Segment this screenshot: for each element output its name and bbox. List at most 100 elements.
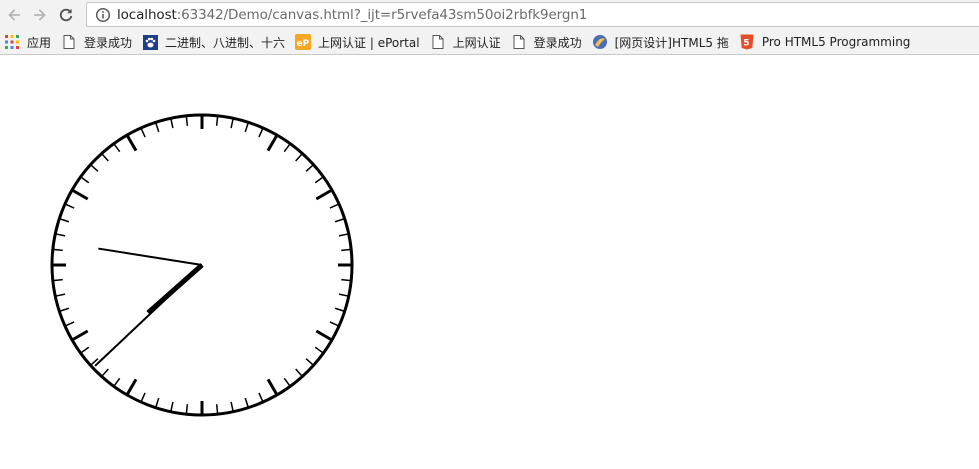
forward-button[interactable]	[28, 3, 52, 27]
minute-tick	[334, 217, 345, 223]
minute-tick	[140, 127, 146, 138]
minute-tick	[305, 164, 314, 172]
bookmark-label: 登录成功	[84, 35, 133, 50]
bookmark-item[interactable]: 登录成功	[57, 32, 136, 52]
info-icon[interactable]	[95, 7, 111, 23]
browser-window: localhost:63342/Demo/canvas.html?_ijt=r5…	[0, 0, 979, 469]
minute-tick	[154, 397, 160, 408]
page-icon	[511, 34, 527, 50]
minute-tick	[185, 404, 189, 415]
svg-text:5: 5	[743, 39, 749, 49]
minute-tick	[258, 127, 264, 138]
hour-tick	[125, 378, 138, 396]
html5-icon: 5	[739, 34, 755, 50]
address-bar[interactable]: localhost:63342/Demo/canvas.html?_ijt=r5…	[86, 2, 979, 27]
hour-tick	[315, 329, 333, 342]
minute-tick	[55, 233, 66, 237]
minute-tick	[283, 377, 291, 387]
reload-icon	[59, 8, 73, 22]
forward-arrow-icon	[34, 9, 46, 21]
site-icon	[592, 34, 608, 50]
minute-tick	[64, 321, 75, 327]
bookmark-item[interactable]: [网页设计]HTML5 拖	[588, 32, 733, 52]
back-button[interactable]	[2, 3, 26, 27]
minute-tick	[341, 278, 352, 282]
minute-tick	[80, 176, 90, 184]
paw-icon	[142, 34, 158, 50]
minute-tick	[113, 377, 121, 387]
bookmark-label: 二进制、八进制、十六	[165, 35, 286, 50]
minute-tick	[101, 368, 109, 377]
hour-tick	[315, 188, 333, 201]
bookmark-label: 应用	[27, 35, 52, 50]
bookmark-label: 登录成功	[533, 35, 582, 50]
minute-tick	[170, 401, 174, 412]
minute-tick	[314, 346, 324, 354]
minute-tick	[52, 248, 63, 252]
minute-tick	[64, 203, 75, 209]
svg-text:eP: eP	[297, 39, 310, 49]
minute-tick	[140, 392, 146, 403]
url-text[interactable]: localhost:63342/Demo/canvas.html?_ijt=r5…	[117, 7, 587, 23]
minute-tick	[52, 278, 63, 282]
hour-tick	[71, 188, 89, 201]
minute-tick	[258, 392, 264, 403]
second-hand	[98, 247, 203, 266]
apps-grid-icon	[4, 34, 20, 50]
minute-tick	[154, 122, 160, 133]
minute-tick	[338, 293, 349, 297]
clock	[50, 113, 354, 417]
back-arrow-icon	[8, 9, 20, 21]
minute-tick	[101, 153, 109, 162]
minute-hand	[94, 264, 203, 367]
bookmarks-bar: 应用 登录成功 二进制、八进制、十六 eP 上网认证 | ePortal 上网认…	[0, 30, 979, 55]
url-path: :63342/Demo/canvas.html?_ijt=r5rvefa43sm…	[176, 6, 588, 23]
minute-tick	[90, 164, 99, 172]
minute-tick	[305, 358, 314, 366]
bookmark-label: Pro HTML5 Programming	[761, 35, 911, 49]
bookmark-item[interactable]: 5 Pro HTML5 Programming	[735, 32, 915, 52]
page-icon	[430, 34, 446, 50]
minute-tick	[295, 368, 303, 377]
clock-canvas	[50, 113, 354, 417]
minute-tick	[338, 233, 349, 237]
hour-tick	[266, 134, 279, 152]
minute-tick	[185, 115, 189, 126]
minute-tick	[80, 346, 90, 354]
minute-tick	[55, 293, 66, 297]
minute-tick	[283, 143, 291, 153]
minute-tick	[341, 248, 352, 252]
browser-toolbar: localhost:63342/Demo/canvas.html?_ijt=r5…	[0, 0, 979, 30]
bookmark-label: [网页设计]HTML5 拖	[614, 35, 729, 50]
bookmark-item[interactable]: 登录成功	[507, 32, 586, 52]
bookmark-apps[interactable]: 应用	[0, 32, 55, 52]
minute-tick	[215, 115, 219, 126]
minute-tick	[215, 404, 219, 415]
minute-tick	[113, 143, 121, 153]
bookmark-label: 上网认证 | ePortal	[318, 35, 420, 50]
bookmark-item[interactable]: 二进制、八进制、十六	[138, 32, 289, 52]
hour-tick	[71, 329, 89, 342]
minute-tick	[334, 307, 345, 313]
minute-tick	[59, 307, 70, 313]
reload-button[interactable]	[54, 3, 78, 27]
bookmark-item[interactable]: 上网认证	[426, 32, 505, 52]
page-content	[0, 55, 979, 469]
url-host: localhost	[117, 6, 177, 23]
minute-tick	[170, 118, 174, 129]
hour-tick	[266, 378, 279, 396]
bookmark-item[interactable]: eP 上网认证 | ePortal	[291, 32, 424, 52]
minute-tick	[329, 321, 340, 327]
eportal-icon: eP	[295, 34, 312, 50]
hour-tick	[125, 134, 138, 152]
minute-tick	[295, 153, 303, 162]
minute-tick	[230, 118, 234, 129]
minute-tick	[244, 122, 250, 133]
minute-tick	[244, 397, 250, 408]
minute-tick	[329, 203, 340, 209]
bookmark-label: 上网认证	[452, 35, 501, 50]
minute-tick	[230, 401, 234, 412]
page-icon	[61, 34, 77, 50]
minute-tick	[314, 176, 324, 184]
minute-tick	[59, 217, 70, 223]
